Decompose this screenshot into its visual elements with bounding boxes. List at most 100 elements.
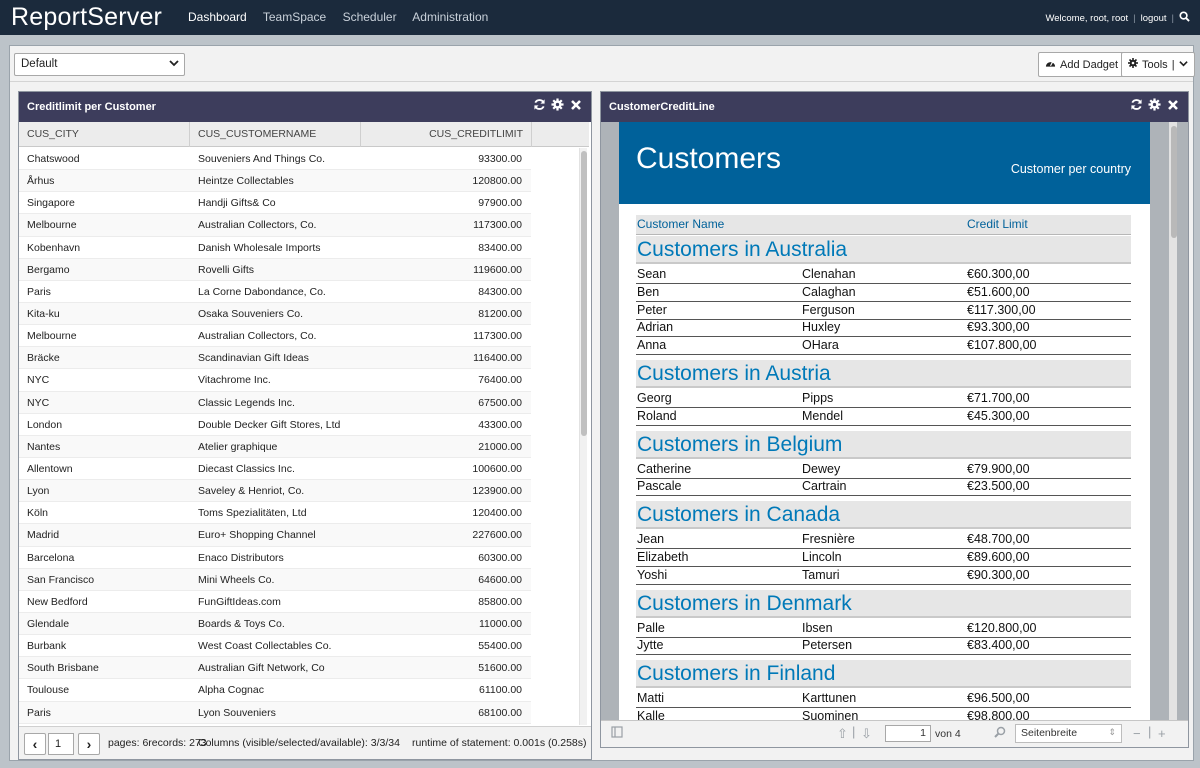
report-first-name: Sean <box>637 267 667 281</box>
gear-icon[interactable] <box>1148 98 1161 114</box>
table-row[interactable]: Barcelona Enaco Distributors 60300.00 <box>19 547 531 569</box>
table-row[interactable]: London Double Decker Gift Stores, Ltd 4330… <box>19 414 531 436</box>
cell-creditlimit: 123900.00 <box>472 485 522 498</box>
nav-administration[interactable]: Administration <box>412 10 488 24</box>
cell-creditlimit: 117300.00 <box>473 330 522 343</box>
table-row[interactable]: Madrid Euro+ Shopping Channel 227600.00 <box>19 524 531 547</box>
table-row[interactable]: Köln Toms Spezialitäten, Ltd 120400.00 <box>19 502 531 525</box>
add-dadget-button[interactable]: Add Dadget <box>1038 52 1126 77</box>
cell-customername: Australian Collectors, Co. <box>198 219 317 232</box>
panel-title: CustomerCreditLine <box>609 101 715 113</box>
table-row[interactable]: NYC Classic Legends Inc. 67500.00 <box>19 391 531 414</box>
table-row[interactable]: Chatswood Souveniers And Things Co. 93300.… <box>19 148 531 171</box>
table-row[interactable]: Singapore Handji Gifts& Co 97900.00 <box>19 192 531 215</box>
report-banner: Customers Customer per country <box>619 122 1150 204</box>
report-last-name: Cartrain <box>802 479 847 494</box>
cell-city: Melbourne <box>27 219 77 232</box>
page-number-input[interactable]: 1 <box>48 733 74 755</box>
column-header-customername[interactable]: CUS_CUSTOMERNAME <box>190 122 361 147</box>
table-row[interactable]: Århus Heintze Collectables 120800.00 <box>19 170 531 193</box>
cell-city: Paris <box>27 706 51 719</box>
table-row[interactable]: San Francisco Mini Wheels Co. 64600.00 <box>19 568 531 591</box>
cell-customername: Rovelli Gifts <box>198 263 255 276</box>
nav-dashboard[interactable]: Dashboard <box>188 10 247 24</box>
scrollbar-thumb[interactable] <box>581 151 587 436</box>
table-row[interactable]: Melbourne Australian Collectors, Co. 11730… <box>19 214 531 237</box>
report-first-name: Catherine <box>637 461 692 476</box>
report-scrollbar[interactable] <box>1169 122 1177 722</box>
search-icon[interactable] <box>994 726 1006 741</box>
panel-header: CustomerCreditLine <box>601 92 1188 122</box>
page-up-icon[interactable]: ⇧ <box>837 726 848 742</box>
dashboard-select[interactable]: Default <box>14 53 185 76</box>
report-credit-limit: €79.900,00 <box>967 461 1030 476</box>
next-page-button[interactable]: › <box>78 733 100 755</box>
report-row: Adrian Huxley €93.300,00 <box>636 319 1131 338</box>
logout-link[interactable]: logout <box>1141 13 1167 24</box>
gear-icon[interactable] <box>551 98 564 114</box>
cell-creditlimit: 60300.00 <box>478 551 522 564</box>
cell-customername: Vitachrome Inc. <box>198 374 271 387</box>
cell-city: Århus <box>27 175 55 188</box>
report-credit-limit: €60.300,00 <box>967 267 1030 281</box>
table-row[interactable]: Toulouse Alpha Cognac 61100.00 <box>19 679 531 702</box>
cell-city: Madrid <box>27 529 60 542</box>
table-row[interactable]: Glendale Boards & Toys Co. 11000.00 <box>19 612 531 636</box>
cell-creditlimit: 116400.00 <box>473 352 522 365</box>
column-header-creditlimit[interactable]: CUS_CREDITLIMIT <box>361 122 532 147</box>
cell-customername: Australian Collectors, Co. <box>198 330 317 343</box>
column-header-city[interactable]: CUS_CITY <box>19 122 190 147</box>
table-row[interactable]: Lyon Saveley & Henriot, Co. 123900.00 <box>19 480 531 503</box>
table-row[interactable]: NYC Vitachrome Inc. 76400.00 <box>19 369 531 392</box>
table-scrollbar[interactable] <box>579 148 587 725</box>
table-row[interactable]: South Brisbane Australian Gift Network, C… <box>19 657 531 680</box>
search-icon[interactable] <box>1179 11 1190 25</box>
table-row[interactable]: Nantes Atelier graphique 21000.00 <box>19 435 531 458</box>
report-footer: ⇧ | ⇩ 1 von 4 Seitenbreite ⇕ − | + <box>601 720 1188 747</box>
cell-creditlimit: 120400.00 <box>472 507 522 520</box>
cell-customername: FunGiftIdeas.com <box>198 595 281 608</box>
report-first-name: Roland <box>637 408 677 423</box>
cell-city: Kobenhavn <box>27 241 81 254</box>
report-credit-limit: €89.600,00 <box>967 550 1030 564</box>
table-row[interactable]: Melbourne Australian Collectors, Co. 11730… <box>19 325 531 348</box>
app-logo[interactable]: ReportServer <box>11 3 162 32</box>
table-row[interactable]: Bräcke Scandinavian Gift Ideas 116400.00 <box>19 347 531 370</box>
dashboard-gauge-icon <box>1045 58 1056 71</box>
report-page-input[interactable]: 1 <box>885 725 931 742</box>
cell-city: Barcelona <box>27 551 75 564</box>
table-row[interactable]: Burbank West Coast Collectables Co. 55400.… <box>19 635 531 658</box>
report-group-header: Customers in Belgium <box>636 430 1131 459</box>
close-icon[interactable] <box>569 98 582 114</box>
page-down-icon[interactable]: ⇩ <box>861 726 872 742</box>
prev-page-button[interactable]: ‹ <box>24 733 46 755</box>
table-row[interactable]: Allentown Diecast Classics Inc. 100600.00 <box>19 458 531 481</box>
zoom-out-icon[interactable]: − <box>1133 726 1141 741</box>
report-credit-limit: €71.700,00 <box>967 391 1030 405</box>
report-row: Pascale Cartrain €23.500,00 <box>636 478 1131 497</box>
report-subtitle: Customer per country <box>1010 162 1131 176</box>
nav-teamspace[interactable]: TeamSpace <box>263 10 326 24</box>
report-row: Sean Clenahan €60.300,00 <box>636 266 1131 284</box>
table-row[interactable]: Paris Lyon Souveniers 68100.00 <box>19 701 531 724</box>
cell-creditlimit: 83400.00 <box>478 241 522 254</box>
refresh-icon[interactable] <box>1130 98 1143 114</box>
cell-city: Bräcke <box>27 352 60 365</box>
separator: | <box>1148 724 1152 739</box>
table-row[interactable]: New Bedford FunGiftIdeas.com 85800.00 <box>19 591 531 613</box>
tools-button[interactable]: Tools | <box>1121 52 1195 77</box>
sidebar-toggle-icon[interactable] <box>611 726 623 741</box>
scrollbar-thumb[interactable] <box>1171 126 1177 238</box>
report-last-name: Fresnière <box>802 532 855 547</box>
nav-scheduler[interactable]: Scheduler <box>343 10 397 24</box>
cell-customername: Euro+ Shopping Channel <box>198 529 316 542</box>
table-row[interactable]: Bergamo Rovelli Gifts 119600.00 <box>19 258 531 281</box>
cell-customername: Diecast Classics Inc. <box>198 462 295 475</box>
table-row[interactable]: Paris La Corne Dabondance, Co. 84300.00 <box>19 281 531 303</box>
table-row[interactable]: Kobenhavn Danish Wholesale Imports 83400.0… <box>19 237 531 259</box>
zoom-in-icon[interactable]: + <box>1158 726 1166 741</box>
refresh-icon[interactable] <box>533 98 546 114</box>
table-row[interactable]: Kita-ku Osaka Souveniers Co. 81200.00 <box>19 302 531 326</box>
close-icon[interactable] <box>1166 98 1179 114</box>
zoom-select[interactable]: Seitenbreite ⇕ <box>1015 724 1122 743</box>
